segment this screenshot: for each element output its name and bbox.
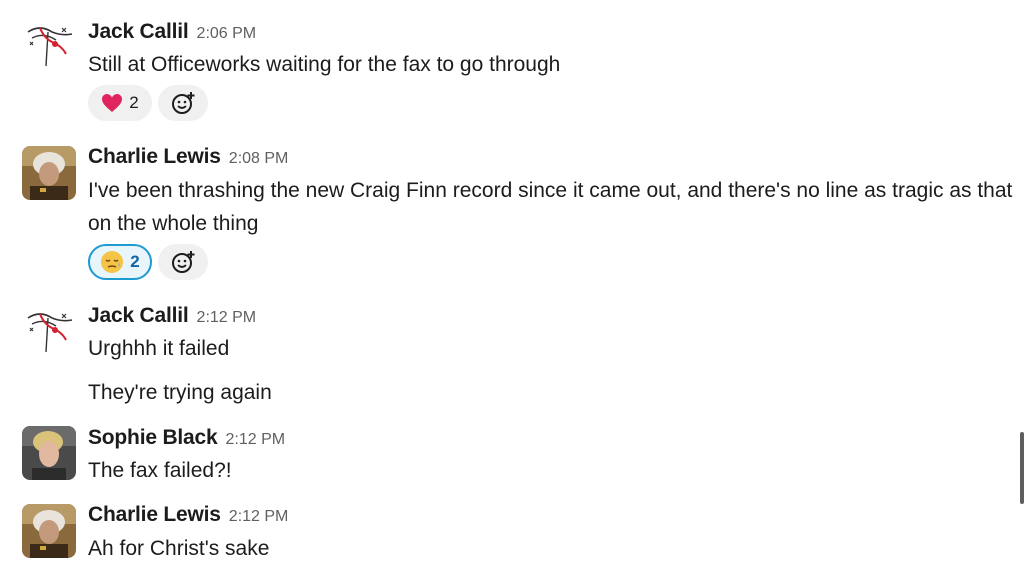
avatar-photo-icon [22, 504, 76, 558]
author-name[interactable]: Sophie Black [88, 426, 218, 449]
avatar-photo-icon [22, 146, 76, 200]
reaction-heart[interactable]: 2 [88, 85, 152, 121]
face-with-tear-icon [101, 251, 124, 273]
reaction-count: 2 [129, 93, 139, 112]
heart-icon [102, 94, 123, 112]
avatar-sketch-icon [22, 304, 76, 358]
avatar[interactable] [22, 146, 76, 200]
avatar[interactable] [22, 426, 76, 480]
message-text: Ah for Christ's sake [88, 537, 270, 560]
reaction-bar: 2 [88, 244, 208, 282]
message-text: They're trying again [88, 381, 272, 404]
scrollbar[interactable] [1020, 432, 1024, 504]
message-header: Charlie Lewis 2:08 PM [88, 145, 288, 171]
author-name[interactable]: Jack Callil [88, 20, 189, 43]
avatar[interactable] [22, 304, 76, 358]
avatar[interactable] [22, 18, 76, 72]
reaction-count: 2 [130, 252, 140, 271]
timestamp[interactable]: 2:12 PM [225, 431, 285, 448]
reaction-bar: 2 [88, 85, 208, 123]
add-reaction-icon [172, 92, 195, 114]
reaction-face-with-tear[interactable]: 2 [88, 244, 152, 280]
message-text: Still at Officeworks waiting for the fax… [88, 53, 561, 76]
message-text: Urghhh it failed [88, 337, 230, 360]
add-reaction-button[interactable] [158, 85, 208, 121]
timestamp[interactable]: 2:12 PM [197, 309, 257, 326]
message-header: Charlie Lewis 2:12 PM [88, 503, 288, 529]
author-name[interactable]: Charlie Lewis [88, 145, 221, 168]
add-reaction-button[interactable] [158, 244, 208, 280]
message-header: Jack Callil 2:06 PM [88, 20, 256, 46]
avatar-photo-icon [22, 426, 76, 480]
author-name[interactable]: Charlie Lewis [88, 503, 221, 526]
add-reaction-icon [172, 251, 195, 273]
timestamp[interactable]: 2:12 PM [229, 508, 289, 525]
timestamp[interactable]: 2:06 PM [197, 25, 257, 42]
message-header: Jack Callil 2:12 PM [88, 304, 256, 330]
timestamp[interactable]: 2:08 PM [229, 150, 289, 167]
author-name[interactable]: Jack Callil [88, 304, 189, 327]
message-text: The fax failed?! [88, 459, 232, 482]
message-text: I've been thrashing the new Craig Finn r… [88, 179, 1013, 235]
avatar-sketch-icon [22, 18, 76, 72]
avatar[interactable] [22, 504, 76, 558]
message-header: Sophie Black 2:12 PM [88, 426, 285, 452]
